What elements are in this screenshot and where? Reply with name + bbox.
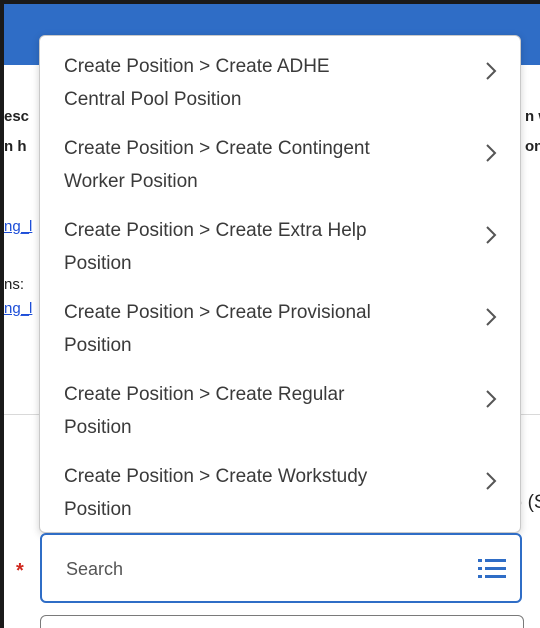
menu-item-label: Create Position > Create Contingent bbox=[64, 138, 370, 159]
menu-item-label: Position bbox=[64, 417, 132, 438]
background-link[interactable]: ng_l bbox=[4, 300, 32, 317]
menu-item-create-regular-position[interactable]: Create Position > Create Regular Positio… bbox=[40, 364, 520, 442]
chevron-right-icon bbox=[486, 472, 497, 490]
menu-item-create-workstudy-position[interactable]: Create Position > Create Workstudy Posit… bbox=[40, 446, 520, 524]
menu-item-create-adhe-central-pool-position[interactable]: Create Position > Create ADHE Central Po… bbox=[40, 36, 520, 114]
menu-item-label: Create Position > Create ADHE bbox=[64, 56, 330, 77]
menu-item-label: Create Position > Create Regular bbox=[64, 384, 345, 405]
required-marker: * bbox=[16, 560, 24, 582]
position-type-dropdown: Create Position > Create ADHE Central Po… bbox=[39, 35, 521, 533]
menu-item-label: Position bbox=[64, 253, 132, 274]
background-text: esc bbox=[4, 108, 30, 125]
menu-item-label: Position bbox=[64, 499, 132, 520]
menu-item-label: Create Position > Create Extra Help bbox=[64, 220, 367, 241]
chevron-right-icon bbox=[486, 226, 497, 244]
chevron-right-icon bbox=[486, 390, 497, 408]
chevron-right-icon bbox=[486, 144, 497, 162]
menu-item-create-contingent-worker-position[interactable]: Create Position > Create Contingent Work… bbox=[40, 118, 520, 196]
menu-item-label: Create Position > Create Provisional bbox=[64, 302, 371, 323]
page-frame: esc n h ng_l ns: ng_l n w on ) (S * Crea… bbox=[0, 0, 540, 628]
menu-item-create-provisional-position[interactable]: Create Position > Create Provisional Pos… bbox=[40, 282, 520, 360]
background-link[interactable]: ng_l bbox=[4, 218, 32, 235]
menu-item-label: Worker Position bbox=[64, 171, 198, 192]
menu-item-label: Central Pool Position bbox=[64, 89, 242, 110]
background-text: n w bbox=[525, 108, 540, 125]
chevron-right-icon bbox=[486, 308, 497, 326]
form-field[interactable] bbox=[40, 615, 524, 628]
search-input[interactable] bbox=[66, 555, 446, 583]
chevron-right-icon bbox=[486, 62, 497, 80]
background-text: on bbox=[525, 138, 540, 155]
menu-item-label: Create Position > Create Workstudy bbox=[64, 466, 368, 487]
search-box bbox=[40, 533, 522, 603]
background-text: n h bbox=[4, 138, 27, 155]
list-icon[interactable] bbox=[478, 557, 506, 579]
background-text: ns: bbox=[4, 276, 25, 293]
menu-item-label: Position bbox=[64, 335, 132, 356]
menu-item-create-extra-help-position[interactable]: Create Position > Create Extra Help Posi… bbox=[40, 200, 520, 278]
